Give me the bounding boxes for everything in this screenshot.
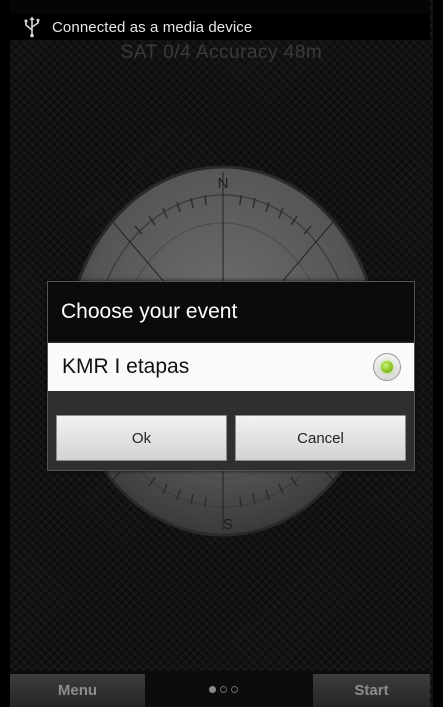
choose-event-dialog: Choose your event KMR I etapas Ok Cancel [47, 281, 415, 471]
top-strip [10, 0, 430, 14]
event-item-label: KMR I etapas [62, 355, 190, 378]
page-indicator [209, 686, 238, 693]
radio-selected-dot [381, 361, 393, 373]
dialog-button-bar: Ok Cancel [48, 391, 414, 470]
gps-accuracy-text: SAT 0/4 Accuracy 48m [120, 42, 323, 63]
event-radio-button[interactable] [373, 353, 401, 381]
dialog-title: Choose your event [48, 282, 414, 342]
event-list-item[interactable]: KMR I etapas [48, 343, 414, 391]
notification-bar[interactable]: Connected as a media device [10, 14, 430, 40]
page-dot-2 [220, 686, 227, 693]
cancel-button[interactable]: Cancel [235, 415, 406, 461]
app-screen: SAT 0/4 Accuracy 48m Connected as a medi… [0, 0, 443, 707]
page-dot-1 [209, 686, 216, 693]
right-border [433, 0, 443, 707]
bottom-action-bar: Menu Start [10, 671, 430, 707]
compass-south-label: S [223, 516, 233, 533]
left-border [0, 0, 10, 707]
menu-button[interactable]: Menu [10, 674, 145, 707]
page-dot-3 [231, 686, 238, 693]
compass-north-label: N [218, 175, 229, 192]
ok-button[interactable]: Ok [56, 415, 227, 461]
usb-connection-notification: Connected as a media device [52, 18, 253, 36]
usb-icon [24, 16, 40, 38]
start-button[interactable]: Start [313, 674, 430, 707]
